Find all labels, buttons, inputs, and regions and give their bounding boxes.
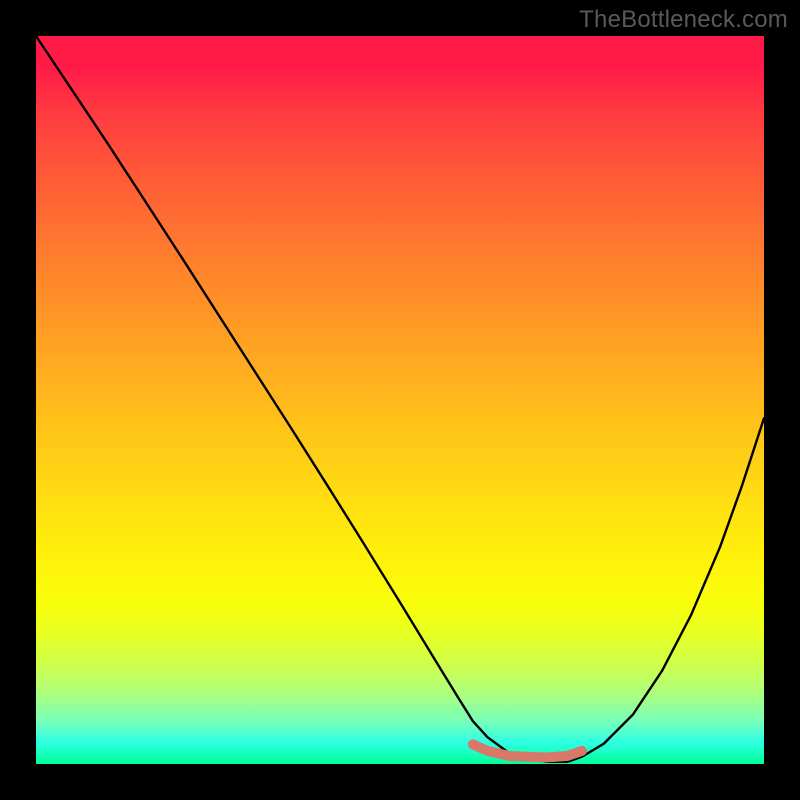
optimal-range-marker [473,744,582,757]
bottleneck-curve [36,36,764,762]
chart-frame: TheBottleneck.com [0,0,800,800]
plot-area [36,36,764,764]
curve-svg [36,36,764,764]
watermark-text: TheBottleneck.com [579,6,788,34]
